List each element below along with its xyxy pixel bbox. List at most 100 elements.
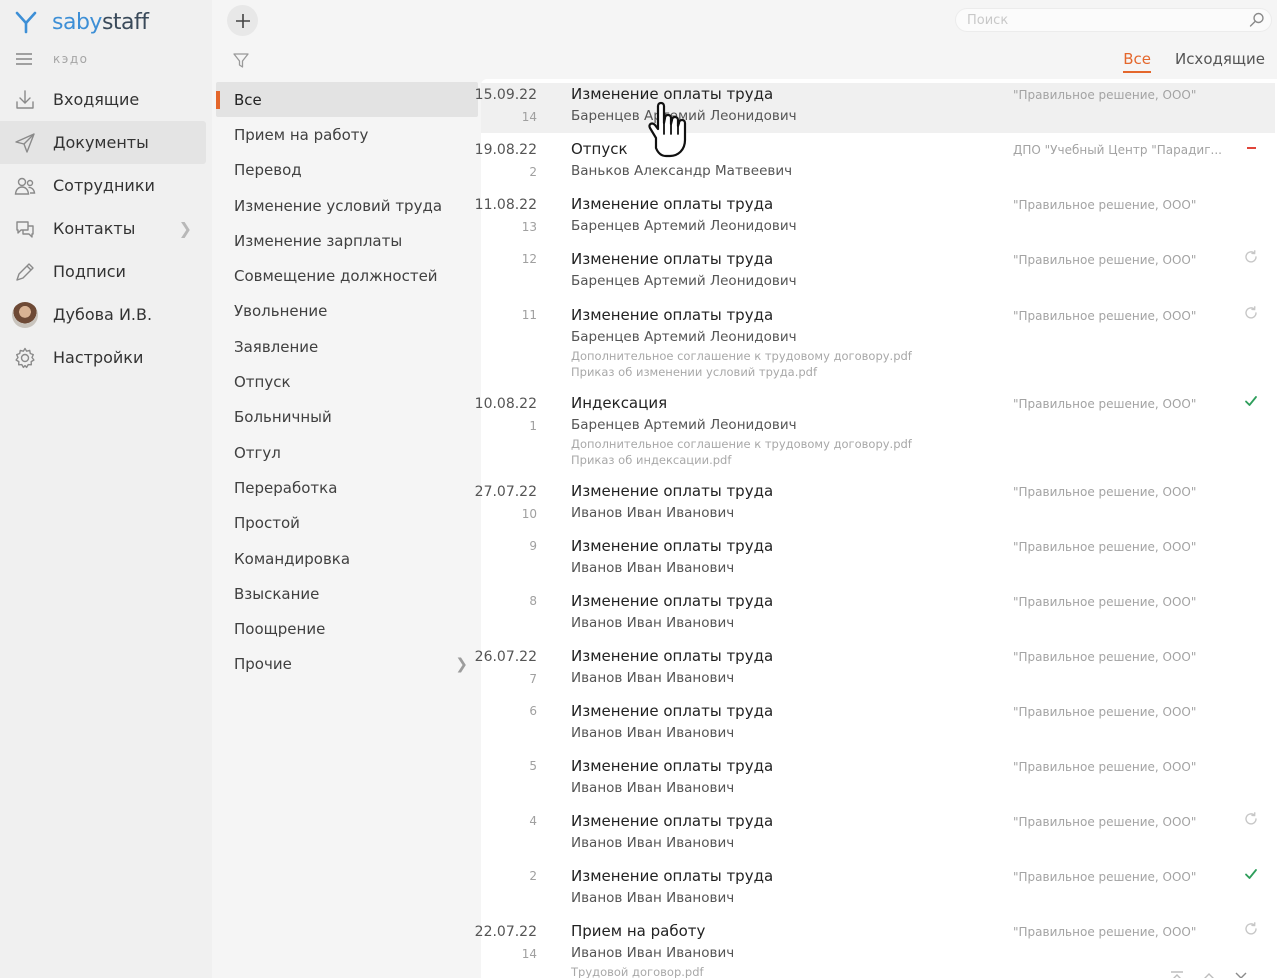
doc-organization: "Правильное решение, ООО" [1013, 650, 1197, 664]
send-icon [12, 130, 38, 156]
document-row[interactable]: 22.07.22 14 Прием на работу Иванов Иван Ива… [475, 920, 1275, 978]
filter-item-all[interactable]: Все [216, 82, 478, 118]
doc-employee: Иванов Иван Иванович [571, 670, 735, 686]
filter-item-sick-leave[interactable]: Больничный [216, 400, 478, 435]
filter-item-application[interactable]: Заявление [216, 329, 478, 364]
employees-icon [12, 173, 38, 199]
scroll-down-icon[interactable] [1233, 967, 1249, 978]
doc-organization: "Правильное решение, ООО" [1013, 595, 1197, 609]
doc-number: 2 [529, 165, 537, 179]
search-input[interactable] [956, 9, 1271, 32]
doc-number: 4 [529, 814, 537, 828]
filter-item-business-trip[interactable]: Командировка [216, 541, 478, 576]
doc-attachment[interactable]: Дополнительное соглашение к трудовому до… [571, 349, 912, 363]
filter-item-downtime[interactable]: Простой [216, 506, 478, 541]
document-row[interactable]: 5 Изменение оплаты труда Иванов Иван Ивано… [481, 755, 1275, 805]
chevron-right-icon[interactable]: ❯ [179, 219, 192, 238]
pen-icon [12, 259, 38, 285]
doc-title: Изменение оплаты труда [571, 306, 774, 324]
nav-item-inbox[interactable]: Входящие [0, 78, 212, 121]
tab-all[interactable]: Все [1123, 50, 1151, 73]
scroll-up-icon[interactable] [1201, 967, 1217, 978]
document-row[interactable]: 15.09.22 14 Изменение оплаты труда Баренцев… [475, 83, 1275, 133]
scroll-top-icon[interactable] [1169, 967, 1185, 978]
doc-date: 26.07.22 [474, 649, 537, 665]
doc-attachment[interactable]: Приказ об изменении условий труда.pdf [571, 365, 817, 379]
filter-item-reward[interactable]: Поощрение [216, 611, 478, 646]
in-progress-icon [1243, 921, 1259, 937]
doc-attachment[interactable]: Приказ об индексации.pdf [571, 453, 731, 467]
nav-item-contacts[interactable]: Контакты ❯ [0, 207, 212, 250]
doc-employee: Баренцев Артемий Леонидович [571, 218, 797, 234]
rejected-status-icon [1247, 147, 1256, 149]
doc-number: 10 [521, 507, 537, 521]
doc-employee: Иванов Иван Иванович [571, 505, 735, 521]
filter-item-hiring[interactable]: Прием на работу [216, 117, 478, 152]
add-button[interactable] [227, 5, 258, 36]
doc-employee: Иванов Иван Иванович [571, 780, 735, 796]
doc-date: 27.07.22 [474, 484, 537, 500]
filter-item-transfer[interactable]: Перевод [216, 153, 478, 188]
doc-organization: "Правильное решение, ООО" [1013, 198, 1197, 212]
chevron-right-icon[interactable]: ❯ [455, 655, 468, 673]
saby-logo-icon [15, 11, 37, 34]
filter-icon[interactable] [232, 51, 250, 69]
doc-title: Изменение оплаты труда [571, 482, 774, 500]
nav-item-signatures[interactable]: Подписи [0, 250, 212, 293]
document-row[interactable]: 19.08.22 2 Отпуск Ваньков Александр Матвеев… [475, 138, 1275, 188]
filter-label: Прием на работу [234, 125, 369, 144]
nav-item-profile[interactable]: Дубова И.В. [0, 293, 212, 336]
filter-item-overtime[interactable]: Переработка [216, 470, 478, 505]
filter-label: Больничный [234, 408, 332, 427]
doc-title: Изменение оплаты труда [571, 250, 774, 268]
filter-item-vacation[interactable]: Отпуск [216, 364, 478, 399]
document-row[interactable]: 12 Изменение оплаты труда Баренцев Артемий… [481, 248, 1275, 298]
doc-number: 5 [529, 759, 537, 773]
nav-item-settings[interactable]: Настройки [0, 336, 212, 379]
filter-item-salary-change[interactable]: Изменение зарплаты [216, 223, 478, 258]
document-row[interactable]: 2 Изменение оплаты труда Иванов Иван Ивано… [481, 865, 1275, 915]
document-row[interactable]: 6 Изменение оплаты труда Иванов Иван Ивано… [481, 700, 1275, 750]
nav-item-documents[interactable]: Документы [0, 121, 206, 164]
tab-outgoing[interactable]: Исходящие [1175, 50, 1265, 73]
search-icon[interactable] [1248, 11, 1266, 29]
doc-number: 12 [521, 252, 537, 266]
menu-icon[interactable] [16, 53, 32, 65]
nav-label: Подписи [53, 262, 126, 281]
doc-organization: "Правильное решение, ООО" [1013, 705, 1197, 719]
doc-title: Изменение оплаты труда [571, 647, 774, 665]
document-row[interactable]: 10.08.22 1 Индексация Баренцев Артемий Леон… [475, 392, 1275, 474]
doc-organization: "Правильное решение, ООО" [1013, 397, 1197, 411]
section-menu[interactable]: кэдо [16, 50, 88, 68]
doc-attachment[interactable]: Трудовой договор.pdf [571, 965, 704, 978]
filter-label: Перевод [234, 161, 302, 180]
filter-item-other[interactable]: Прочие ❯ [216, 647, 478, 682]
document-row[interactable]: 11 Изменение оплаты труда Баренцев Артемий… [481, 304, 1275, 386]
doc-attachment[interactable]: Дополнительное соглашение к трудовому до… [571, 437, 912, 451]
done-check-icon [1243, 393, 1259, 409]
document-row[interactable]: 8 Изменение оплаты труда Иванов Иван Ивано… [481, 590, 1275, 640]
document-row[interactable]: 26.07.22 7 Изменение оплаты труда Иванов Ив… [475, 645, 1275, 695]
nav-item-employees[interactable]: Сотрудники [0, 164, 212, 207]
doc-title: Прием на работу [571, 922, 706, 940]
doc-employee: Иванов Иван Иванович [571, 560, 735, 576]
doc-organization: "Правильное решение, ООО" [1013, 485, 1197, 499]
document-row[interactable]: 9 Изменение оплаты труда Иванов Иван Ивано… [481, 535, 1275, 585]
document-row[interactable]: 4 Изменение оплаты труда Иванов Иван Ивано… [481, 810, 1275, 860]
document-row[interactable]: 11.08.22 13 Изменение оплаты труда Баренцев… [475, 193, 1275, 243]
saby-staff-logo[interactable]: sabystaff [14, 8, 149, 36]
doc-number: 14 [521, 110, 537, 124]
filter-item-work-conditions[interactable]: Изменение условий труда [216, 188, 478, 223]
doc-number: 6 [529, 704, 537, 718]
doc-organization: "Правильное решение, ООО" [1013, 540, 1197, 554]
document-row[interactable]: 27.07.22 10 Изменение оплаты труда Иванов И… [475, 480, 1275, 530]
filter-item-dismissal[interactable]: Увольнение [216, 294, 478, 329]
filter-item-penalty[interactable]: Взыскание [216, 576, 478, 611]
doc-organization: ДПО "Учебный Центр "Парадиг... [1013, 143, 1222, 157]
filter-label: Заявление [234, 337, 319, 356]
doc-title: Изменение оплаты труда [571, 702, 774, 720]
direction-tabs: Все Исходящие [1123, 50, 1265, 73]
filter-item-day-off[interactable]: Отгул [216, 435, 478, 470]
filter-item-combined-positions[interactable]: Совмещение должностей [216, 258, 478, 293]
doc-title: Индексация [571, 394, 668, 412]
